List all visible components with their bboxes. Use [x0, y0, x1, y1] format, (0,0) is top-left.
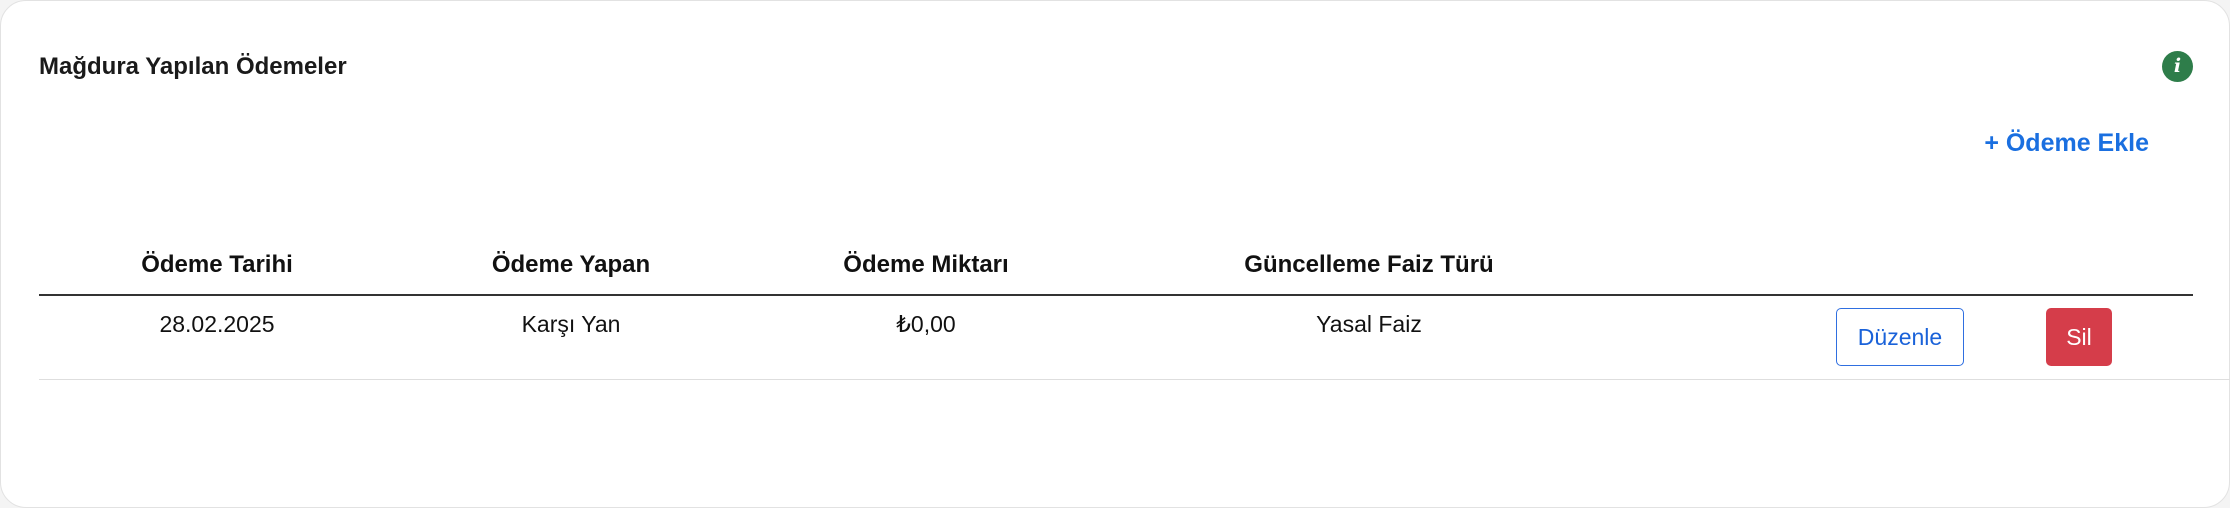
section-title: Mağdura Yapılan Ödemeler [39, 53, 347, 80]
payments-table: Ödeme Tarihi Ödeme Yapan Ödeme Miktarı G… [39, 241, 2230, 380]
header-payment-date: Ödeme Tarihi [141, 251, 293, 278]
cell-payment-date: 28.02.2025 [159, 311, 275, 337]
table-header: Ödeme Tarihi Ödeme Yapan Ödeme Miktarı G… [39, 241, 2193, 296]
row-divider [2193, 379, 2230, 380]
cell-interest-type: Yasal Faiz [1316, 311, 1422, 337]
edit-button[interactable]: Düzenle [1836, 308, 1964, 366]
cell-payer: Karşı Yan [521, 311, 621, 337]
add-payment-button[interactable]: + Ödeme Ekle [1984, 129, 2149, 158]
payments-card: Mağdura Yapılan Ödemeler i + Ödeme Ekle … [0, 0, 2230, 508]
delete-button[interactable]: Sil [2046, 308, 2112, 366]
header-interest-type: Güncelleme Faiz Türü [1244, 251, 1494, 278]
header-payment-amount: Ödeme Miktarı [843, 251, 1009, 278]
cell-payment-amount: ₺0,00 [896, 311, 956, 337]
info-icon[interactable]: i [2162, 51, 2193, 82]
header-payer: Ödeme Yapan [491, 251, 651, 278]
table-row: 28.02.2025 Karşı Yan ₺0,00 Yasal Faiz Dü… [39, 296, 2230, 380]
